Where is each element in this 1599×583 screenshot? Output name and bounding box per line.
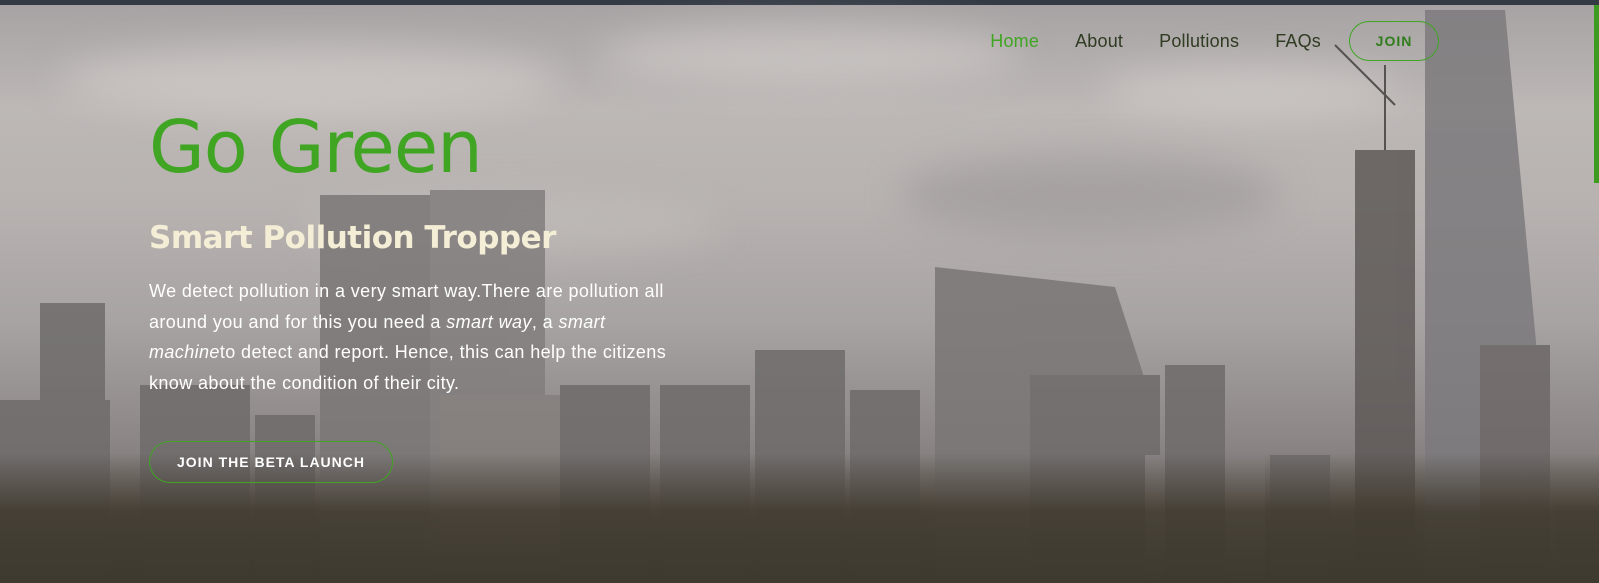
nav-link-pollutions[interactable]: Pollutions	[1159, 31, 1239, 52]
main-nav: Home About Pollutions FAQs JOIN	[954, 20, 1439, 62]
scrollbar-thumb[interactable]	[1594, 5, 1599, 183]
hero-description-text: to detect and report. Hence, this can he…	[149, 342, 667, 393]
hero-subtitle: Smart Pollution Tropper	[149, 220, 556, 256]
nav-link-about[interactable]: About	[1075, 31, 1123, 52]
hero-description-emphasis: smart way	[446, 311, 532, 332]
join-beta-launch-button[interactable]: JOIN THE BETA LAUNCH	[149, 441, 393, 483]
nav-link-faqs[interactable]: FAQs	[1275, 31, 1321, 52]
hero-title: Go Green	[149, 105, 483, 189]
nav-link-home[interactable]: Home	[990, 31, 1039, 52]
join-button[interactable]: JOIN	[1349, 21, 1439, 61]
hero-description: We detect pollution in a very smart way.…	[149, 276, 679, 398]
hero-description-text: , a	[531, 311, 559, 332]
